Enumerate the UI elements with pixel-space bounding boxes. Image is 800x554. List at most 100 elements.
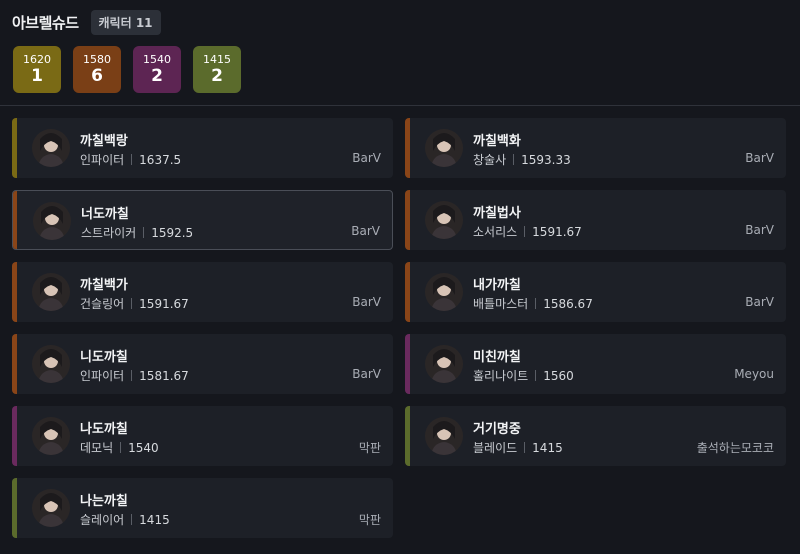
character-card[interactable]: 니도까칠인파이터 1581.67 BarV [12,334,393,394]
character-name: 나는까칠 [80,494,128,509]
character-grid: 까칠백랑 인파이터 1637.5 BarV 까칠백화 창술사 1593.33 BarV 너도까칠… [12,118,786,538]
item-level: 1581.67 [139,368,189,383]
tier-color-bar [13,191,17,249]
character-name: 미친까칠 [473,350,521,365]
separator [131,514,133,525]
item-level: 1540 [128,440,159,455]
item-level: 1637.5 [139,152,182,167]
character-info: 건슬링어 1591.67 [80,295,189,312]
divider [0,105,800,106]
tier-count: 2 [151,65,163,86]
character-name: 내가까칠 [473,278,521,293]
character-avatar [425,417,463,455]
item-level: 1415 [532,440,563,455]
character-name: 까칠법사 [473,206,521,221]
character-info: 소서리스 1591.67 [473,223,582,240]
character-class: 홀리나이트 [473,369,529,383]
separator [120,442,122,453]
tier-count: 6 [91,65,103,86]
separator [524,226,526,237]
tier-color-bar [405,190,410,250]
tier-color-bar [12,406,17,466]
character-avatar [425,345,463,383]
character-avatar [32,273,70,311]
item-level: 1415 [139,512,170,527]
guild-name: BarV [352,295,381,309]
tier-color-bar [405,262,410,322]
guild-name: 막판 [358,513,381,527]
separator [131,370,133,381]
character-card[interactable]: 까칠법사소서리스 1591.67 BarV [405,190,786,250]
character-card[interactable]: 나는까칠슬레이어 1415 막판 [12,478,393,538]
tier-level: 1415 [203,52,231,66]
tier-color-bar [12,262,17,322]
character-name: 나도까칠 [80,422,128,437]
character-avatar [425,273,463,311]
server-title: 아브렐슈드 [12,14,79,32]
character-info: 블레이드 1415 [473,439,563,456]
character-class: 데모닉 [80,441,114,455]
tier-count: 2 [211,65,223,86]
item-level: 1591.67 [139,296,189,311]
character-card[interactable]: 거기명중블레이드 1415 출석하는모코코 [405,406,786,466]
tier-color-bar [405,118,410,178]
guild-name: 출석하는모코코 [696,441,774,455]
character-card[interactable]: 너도까칠 스트라이커 1592.5 BarV [12,190,393,250]
separator [131,298,133,309]
separator [535,298,537,309]
character-class: 건슬링어 [80,297,125,311]
character-avatar [32,417,70,455]
level-tier-badge: 1540 2 [133,46,181,93]
character-info: 슬레이어 1415 [80,511,170,528]
character-name: 니도까칠 [80,350,128,365]
tier-level: 1620 [23,52,51,66]
guild-name: BarV [351,224,380,238]
level-summary: 1620 1 1580 6 1540 2 1415 2 [13,46,241,93]
guild-name: Meyou [734,367,774,381]
server-header: 아브렐슈드 캐릭터 11 [12,10,161,35]
tier-level: 1540 [143,52,171,66]
character-card[interactable]: 내가까칠 배틀마스터 1586.67 BarV [405,262,786,322]
tier-level: 1580 [83,52,111,66]
level-tier-badge: 1580 6 [73,46,121,93]
guild-name: 막판 [358,441,381,455]
character-avatar [33,202,71,240]
character-avatar [425,201,463,239]
character-avatar [32,345,70,383]
character-class: 소서리스 [473,225,518,239]
guild-name: BarV [745,223,774,237]
character-card[interactable]: 까칠백화 창술사 1593.33 BarV [405,118,786,178]
separator [143,227,145,238]
character-info: 데모닉 1540 [80,439,159,456]
tier-color-bar [12,478,17,538]
character-info: 홀리나이트 1560 [473,367,574,384]
character-class: 창술사 [473,153,507,167]
character-class: 인파이터 [80,153,125,167]
character-card[interactable]: 까칠백가건슬링어 1591.67 BarV [12,262,393,322]
separator [131,154,133,165]
character-avatar [32,489,70,527]
character-name: 까칠백가 [80,278,128,293]
tier-color-bar [12,118,17,178]
tier-count: 1 [31,65,43,86]
character-class: 블레이드 [473,441,518,455]
level-tier-badge: 1415 2 [193,46,241,93]
character-class: 인파이터 [80,369,125,383]
character-name: 거기명중 [473,422,521,437]
character-count-badge: 캐릭터 11 [90,10,161,35]
character-card[interactable]: 미친까칠홀리나이트 1560 Meyou [405,334,786,394]
character-info: 인파이터 1637.5 [80,151,181,168]
character-card[interactable]: 까칠백랑 인파이터 1637.5 BarV [12,118,393,178]
character-name: 까칠백랑 [80,134,128,149]
tier-color-bar [405,406,410,466]
separator [513,154,515,165]
separator [524,442,526,453]
guild-name: BarV [352,367,381,381]
character-name: 너도까칠 [81,207,129,222]
character-avatar [32,129,70,167]
character-info: 창술사 1593.33 [473,151,571,168]
character-info: 인파이터 1581.67 [80,367,189,384]
item-level: 1591.67 [532,224,582,239]
character-card[interactable]: 나도까칠데모닉 1540 막판 [12,406,393,466]
separator [535,370,537,381]
